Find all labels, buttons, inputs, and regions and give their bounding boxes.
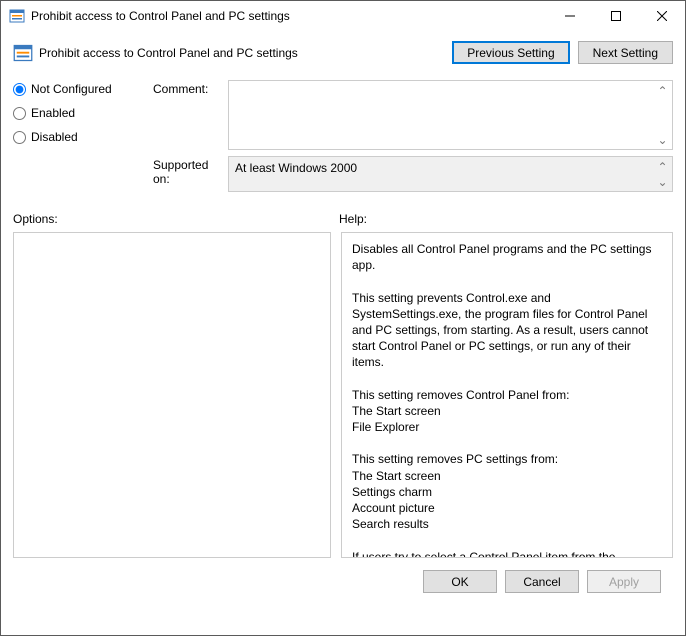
help-text: Disables all Control Panel programs and … (352, 242, 651, 558)
supported-on-box: At least Windows 2000 ⌃ ⌄ (228, 156, 673, 192)
comment-label: Comment: (153, 80, 228, 96)
radio-disabled-label: Disabled (31, 130, 78, 144)
maximize-button[interactable] (593, 1, 639, 31)
options-panel (13, 232, 331, 558)
scroll-down-icon[interactable]: ⌄ (654, 173, 671, 190)
radio-enabled[interactable]: Enabled (13, 106, 153, 120)
radio-enabled-input[interactable] (13, 107, 26, 120)
window-controls (547, 1, 685, 31)
previous-setting-button[interactable]: Previous Setting (452, 41, 569, 64)
policy-icon (9, 8, 25, 24)
titlebar: Prohibit access to Control Panel and PC … (1, 1, 685, 31)
window-title: Prohibit access to Control Panel and PC … (31, 9, 547, 23)
radio-enabled-label: Enabled (31, 106, 75, 120)
radio-disabled[interactable]: Disabled (13, 130, 153, 144)
close-button[interactable] (639, 1, 685, 31)
policy-title: Prohibit access to Control Panel and PC … (39, 46, 452, 60)
help-label: Help: (339, 212, 367, 226)
supported-on-label: Supported on: (153, 156, 228, 186)
state-radio-group: Not Configured Enabled Disabled (13, 80, 153, 154)
minimize-button[interactable] (547, 1, 593, 31)
radio-not-configured-label: Not Configured (31, 82, 112, 96)
apply-button[interactable]: Apply (587, 570, 661, 593)
radio-not-configured[interactable]: Not Configured (13, 82, 153, 96)
radio-not-configured-input[interactable] (13, 83, 26, 96)
scroll-up-icon[interactable]: ⌃ (654, 82, 671, 99)
ok-button[interactable]: OK (423, 570, 497, 593)
next-setting-button[interactable]: Next Setting (578, 41, 673, 64)
supported-on-value: At least Windows 2000 (235, 161, 357, 175)
policy-header-icon (13, 43, 33, 63)
options-label: Options: (13, 212, 339, 226)
comment-textarea[interactable]: ⌃ ⌄ (228, 80, 673, 150)
radio-disabled-input[interactable] (13, 131, 26, 144)
scroll-down-icon[interactable]: ⌄ (654, 131, 671, 148)
help-panel[interactable]: Disables all Control Panel programs and … (341, 232, 673, 558)
cancel-button[interactable]: Cancel (505, 570, 579, 593)
